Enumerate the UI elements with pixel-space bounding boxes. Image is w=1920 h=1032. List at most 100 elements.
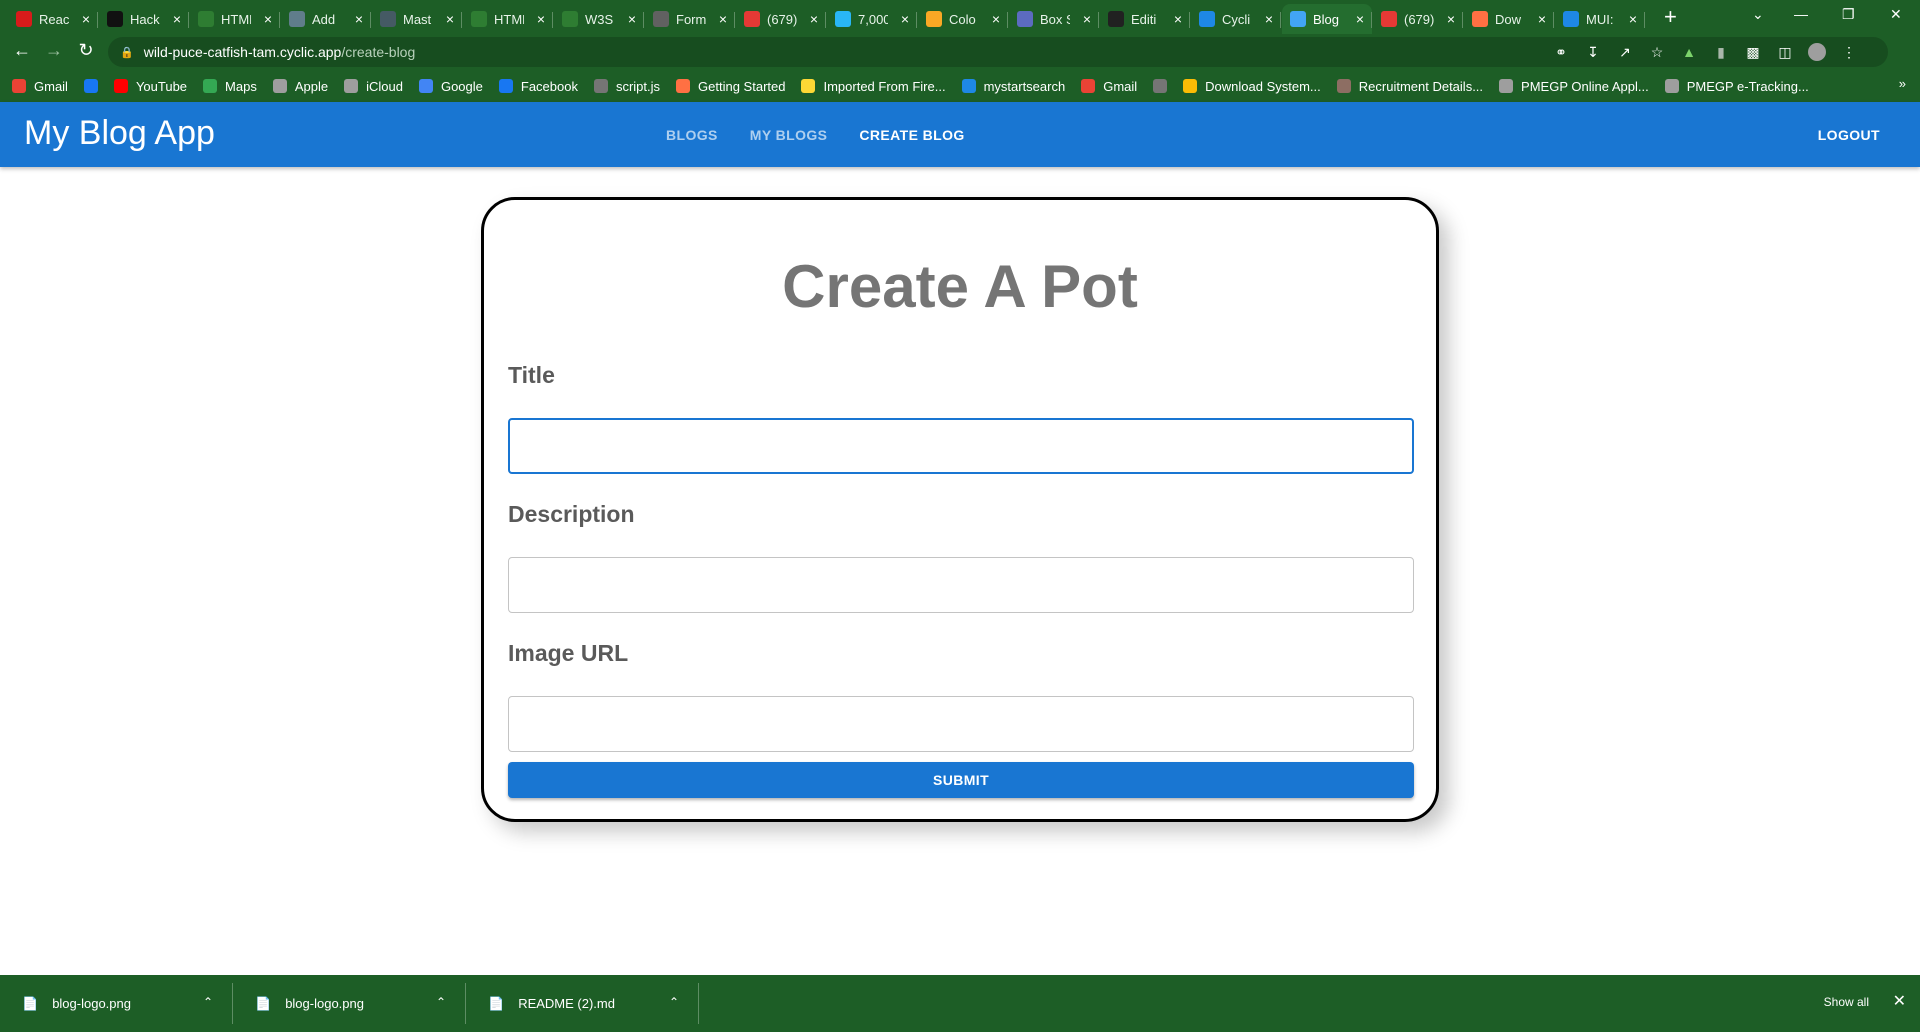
download-item[interactable]: 📄 README (2).md ⌃ <box>466 975 699 1032</box>
bookmark-label: Recruitment Details... <box>1358 78 1484 94</box>
image-url-input[interactable] <box>508 696 1414 752</box>
forward-arrow-icon[interactable]: → <box>42 40 66 61</box>
download-item[interactable]: 📄 blog-logo.png ⌃ <box>233 975 466 1032</box>
bookmark-item[interactable]: Facebook <box>498 79 578 94</box>
key-icon[interactable]: ⚭ <box>1552 44 1570 61</box>
bookmark-item[interactable] <box>83 79 98 93</box>
bookmark-item[interactable]: Imported From Fire... <box>801 79 946 94</box>
bookmark-item[interactable]: Maps <box>203 79 257 94</box>
bookmark-item[interactable]: Recruitment Details... <box>1336 78 1484 94</box>
tab-close-icon[interactable]: × <box>537 11 545 27</box>
browser-tab[interactable]: Blog × <box>1282 4 1372 34</box>
bookmark-item[interactable]: PMEGP e-Tracking... <box>1664 79 1809 94</box>
tab-close-icon[interactable]: × <box>355 11 363 27</box>
bookmark-item[interactable]: Apple <box>272 78 329 94</box>
tab-close-icon[interactable]: × <box>810 11 818 27</box>
chevron-up-icon[interactable]: ⌃ <box>203 995 213 1009</box>
browser-tab[interactable]: Box S × <box>1009 4 1099 34</box>
browser-tab[interactable]: Mast × <box>372 4 462 34</box>
bookmark-item[interactable]: mystartsearch <box>961 79 1065 94</box>
bookmark-item[interactable]: Download System... <box>1183 79 1321 94</box>
browser-tab[interactable]: W3S × <box>554 4 644 34</box>
minimize-button[interactable]: — <box>1794 6 1808 22</box>
back-arrow-icon[interactable]: ← <box>10 40 34 61</box>
bookmark-item[interactable] <box>1153 79 1168 93</box>
restore-button[interactable]: ❐ <box>1842 6 1855 23</box>
tab-close-icon[interactable]: × <box>992 11 1000 27</box>
tab-close-icon[interactable]: × <box>446 11 454 27</box>
browser-tab-title: HTML <box>221 11 251 27</box>
browser-tab[interactable]: (679) × <box>1373 4 1463 34</box>
bookmark-item[interactable]: Gmail <box>1081 79 1137 94</box>
extension-bottle-icon[interactable]: ▮ <box>1712 44 1730 61</box>
submit-button[interactable]: SUBMIT <box>508 762 1414 798</box>
browser-tab[interactable]: Cycli × <box>1191 4 1281 34</box>
install-app-icon[interactable]: ↧ <box>1584 44 1602 61</box>
bookmark-label: Apple <box>294 78 329 94</box>
bookmark-label: Gmail <box>34 78 68 94</box>
chevron-up-icon[interactable]: ⌃ <box>436 995 446 1009</box>
bookmark-item[interactable]: YouTube <box>113 79 187 94</box>
browser-tab[interactable]: HTML × <box>190 4 280 34</box>
nav-tab-create-blog[interactable]: CREATE BLOG <box>843 102 980 167</box>
share-icon[interactable]: ↗ <box>1616 44 1634 61</box>
tab-close-icon[interactable]: × <box>1265 11 1273 27</box>
bookmark-item[interactable]: Google <box>418 78 483 94</box>
browser-chrome: React×Hack×HTML×Add×Mast×HTML×W3S×Form×(… <box>0 0 1920 102</box>
browser-tab[interactable]: React × <box>8 4 98 34</box>
tab-close-icon[interactable]: × <box>264 11 272 27</box>
bookmark-favicon-icon <box>1664 79 1679 93</box>
tab-close-icon[interactable]: × <box>1447 11 1455 27</box>
nav-tab-my-blogs[interactable]: MY BLOGS <box>734 102 844 167</box>
browser-tab[interactable]: HTML × <box>463 4 553 34</box>
new-tab-button[interactable]: + <box>1664 4 1677 30</box>
bookmark-item[interactable]: iCloud <box>344 79 403 94</box>
bookmark-item[interactable]: Getting Started <box>676 79 785 94</box>
reload-icon[interactable]: ↻ <box>74 40 98 61</box>
menu-kebab-icon[interactable]: ⋮ <box>1840 44 1858 61</box>
tab-close-icon[interactable]: × <box>1629 11 1637 27</box>
browser-tab[interactable]: Dow × <box>1464 4 1554 34</box>
tab-close-icon[interactable]: × <box>173 11 181 27</box>
browser-tab[interactable]: Form × <box>645 4 735 34</box>
bookmark-item[interactable]: PMEGP Online Appl... <box>1499 79 1649 94</box>
extensions-puzzle-icon[interactable]: ▩ <box>1744 44 1762 61</box>
tab-close-icon[interactable]: × <box>82 11 90 27</box>
side-panel-icon[interactable]: ◫ <box>1776 44 1794 61</box>
browser-tab[interactable]: (679) × <box>736 4 826 34</box>
extension-tree-icon[interactable]: ▲ <box>1680 44 1698 60</box>
logout-button[interactable]: LOGOUT <box>1818 102 1880 167</box>
browser-tab[interactable]: 7,000 × <box>827 4 917 34</box>
download-item[interactable]: 📄 blog-logo.png ⌃ <box>0 975 233 1032</box>
browser-tab[interactable]: Hack × <box>99 4 189 34</box>
browser-tab[interactable]: MUI: × <box>1555 4 1645 34</box>
browser-tab[interactable]: Colo × <box>918 4 1008 34</box>
profile-avatar[interactable] <box>1808 43 1826 61</box>
bookmark-item[interactable]: script.js <box>593 79 660 94</box>
bookmark-item[interactable]: Gmail <box>12 79 68 94</box>
openai-tab-icon <box>289 11 305 27</box>
description-input[interactable] <box>508 557 1414 613</box>
show-all-downloads-link[interactable]: Show all <box>1824 995 1869 1009</box>
tab-close-icon[interactable]: × <box>1538 11 1546 27</box>
nav-tab-blogs[interactable]: BLOGS <box>650 102 734 167</box>
bookmark-label: Google <box>440 78 483 94</box>
window-close-button[interactable]: ✕ <box>1890 6 1902 23</box>
chevron-up-icon[interactable]: ⌃ <box>669 995 679 1009</box>
bookmarks-overflow-icon[interactable]: » <box>1899 76 1906 91</box>
tab-close-icon[interactable]: × <box>1083 11 1091 27</box>
tab-close-icon[interactable]: × <box>719 11 727 27</box>
w3-tab-icon <box>198 11 214 27</box>
close-icon[interactable]: ✕ <box>1893 991 1906 1011</box>
tab-close-icon[interactable]: × <box>1356 11 1364 27</box>
tab-close-icon[interactable]: × <box>1174 11 1182 27</box>
tab-close-icon[interactable]: × <box>628 11 636 27</box>
tab-close-icon[interactable]: × <box>901 11 909 27</box>
browser-tab[interactable]: Editi × <box>1100 4 1190 34</box>
address-bar[interactable]: 🔒 wild-puce-catfish-tam.cyclic.app/creat… <box>108 37 1888 67</box>
title-input[interactable] <box>508 418 1414 474</box>
bookmark-star-icon[interactable]: ☆ <box>1648 44 1666 61</box>
bookmark-favicon-icon <box>113 79 128 93</box>
browser-tab[interactable]: Add × <box>281 4 371 34</box>
tab-search-chevron-icon[interactable]: ⌄ <box>1752 6 1764 23</box>
